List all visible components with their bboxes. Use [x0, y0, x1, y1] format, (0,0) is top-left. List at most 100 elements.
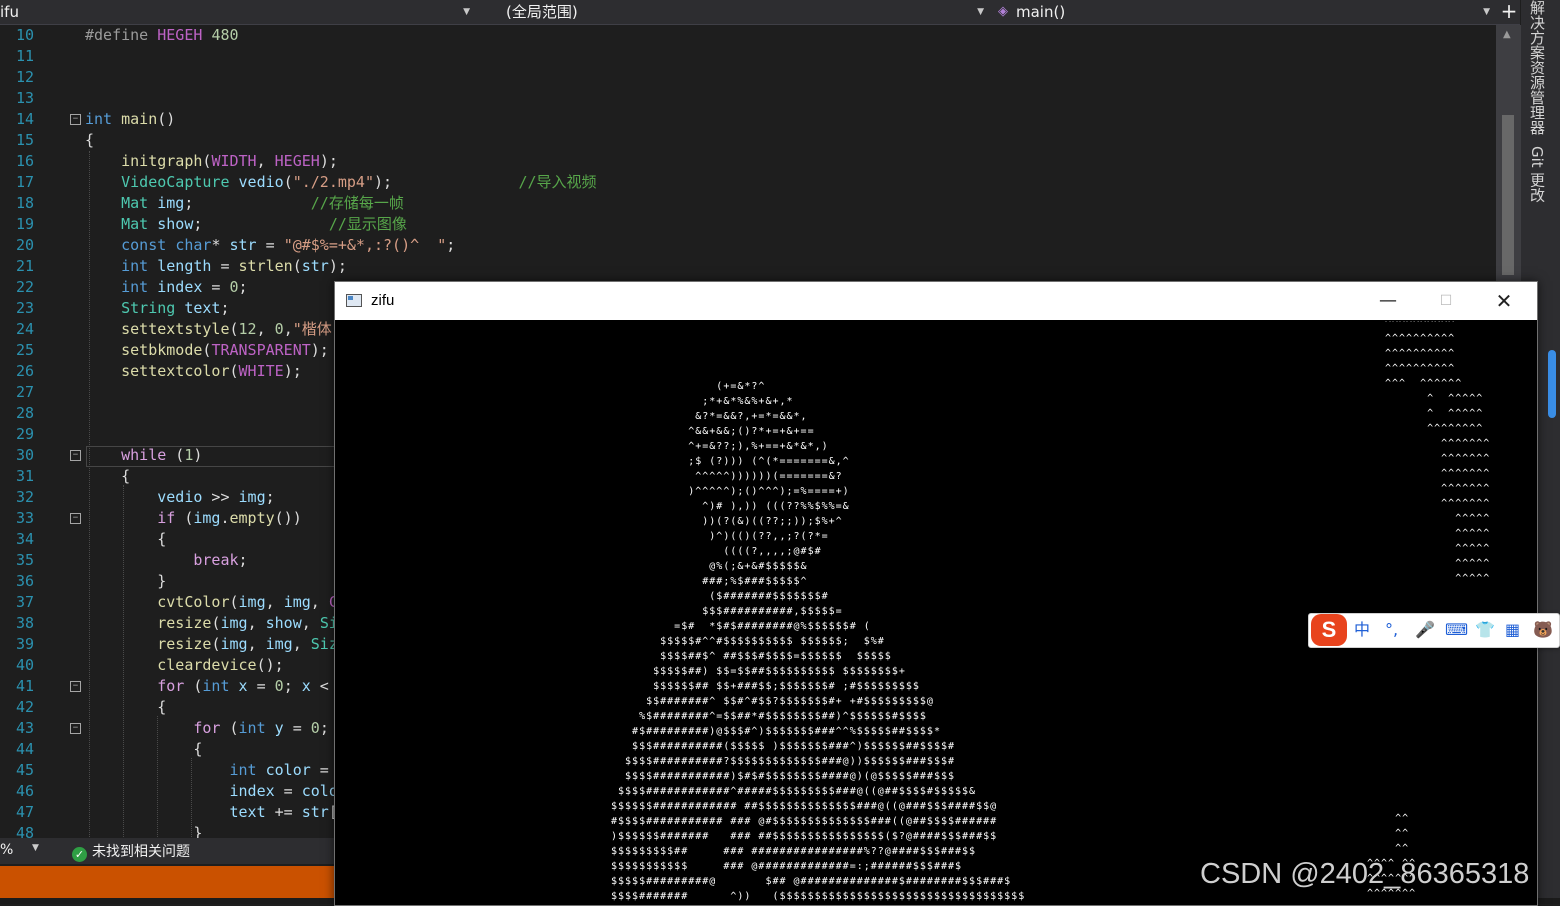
maximize-button[interactable]: ☐ — [1417, 282, 1475, 320]
solution-explorer-tab[interactable]: 解决方案资源管理器 — [1527, 0, 1548, 135]
ascii-figure: (+=&*?^ ;*+&*%&%+&+,* &?*=&&?,+=*=&&*, ^… — [611, 381, 1026, 902]
punctuation-toggle[interactable]: °, — [1385, 618, 1398, 642]
line-number: 22 — [15, 278, 34, 296]
line-number: 45 — [15, 761, 34, 779]
line-number: 32 — [15, 488, 34, 506]
code-line[interactable]: 12 — [0, 67, 1496, 88]
code-text: int length = strlen(str); — [121, 257, 347, 275]
issues-indicator[interactable]: ✓ 未找到相关问题 — [72, 841, 190, 862]
code-text: { — [85, 698, 167, 716]
code-line[interactable]: 11 — [0, 46, 1496, 67]
code-text: vedio >> img; — [157, 488, 275, 506]
line-number: 24 — [15, 320, 34, 338]
zifu-window: zifu — ☐ ✕ (+=&*?^ ;*+&*%&%+&+,* &?*=&&?… — [334, 281, 1538, 906]
chevron-down-icon: ▼ — [977, 7, 984, 17]
code-text: Mat show; //显示图像 — [121, 215, 407, 233]
code-line[interactable]: 20 const char* str = "@#$%=+&*,:?()^ "; — [0, 235, 1496, 256]
code-line[interactable]: 17 VideoCapture vedio("./2.mp4"); //导入视频 — [0, 172, 1496, 193]
line-number: 16 — [15, 152, 34, 170]
microphone-icon[interactable]: 🎤 — [1415, 618, 1435, 642]
line-number: 10 — [15, 26, 34, 44]
keyboard-icon[interactable]: ⌨ — [1445, 618, 1468, 642]
line-number: 39 — [15, 635, 34, 653]
line-number: 27 — [15, 383, 34, 401]
code-text: } — [85, 572, 167, 590]
line-number: 19 — [15, 215, 34, 233]
line-number: 40 — [15, 656, 34, 674]
code-text: } — [85, 824, 203, 838]
scrollbar-thumb[interactable] — [1502, 115, 1514, 275]
line-number: 12 — [15, 68, 34, 86]
code-text: cleardevice(); — [157, 656, 284, 674]
sogou-logo-icon[interactable]: S — [1311, 614, 1347, 646]
ime-toolbar: S 中 °, 🎤 ⌨ 👕 ▦ 🐻 — [1308, 613, 1560, 648]
code-text: int index = 0; — [121, 278, 248, 296]
code-line[interactable]: 14 − int main() — [0, 109, 1496, 130]
line-number: 41 — [15, 677, 34, 695]
line-number: 29 — [15, 425, 34, 443]
line-number: 37 — [15, 593, 34, 611]
mascot-icon[interactable]: 🐻 — [1533, 618, 1553, 642]
code-line[interactable]: 19 Mat show; //显示图像 — [0, 214, 1496, 235]
file-scope-dropdown[interactable]: ifu ▼ — [0, 1, 476, 23]
global-scope-dropdown[interactable]: (全局范围) ▼ — [480, 1, 990, 23]
line-number: 44 — [15, 740, 34, 758]
member-dropdown[interactable]: ◈ main() ▼ — [992, 1, 1496, 23]
code-text: int main() — [85, 110, 176, 128]
method-cube-icon: ◈ — [998, 4, 1008, 19]
collapse-minus-icon[interactable]: − — [70, 114, 81, 125]
window-title-bar[interactable]: zifu — ☐ ✕ — [335, 282, 1537, 320]
code-line[interactable]: 15 { — [0, 130, 1496, 151]
navigation-bar: ifu ▼ (全局范围) ▼ ◈ main() ▼ + — [0, 0, 1520, 25]
code-text: while (1) — [121, 446, 203, 464]
code-line[interactable]: 13 — [0, 88, 1496, 109]
ascii-right-column: ^^^^^^^^^^ ^^^^^^^^^^ ^^^^^^^^^^ ^^^^^^^… — [1385, 321, 1491, 584]
toolbox-grid-icon[interactable]: ▦ — [1505, 618, 1520, 642]
close-button[interactable]: ✕ — [1475, 282, 1533, 320]
line-number: 20 — [15, 236, 34, 254]
collapse-minus-icon[interactable]: − — [70, 681, 81, 692]
line-number: 14 — [15, 110, 34, 128]
line-number: 13 — [15, 89, 34, 107]
code-line[interactable]: 21 int length = strlen(str); — [0, 256, 1496, 277]
code-text: String text; — [121, 299, 230, 317]
plus-split-icon: + — [1500, 0, 1518, 23]
line-number: 33 — [15, 509, 34, 527]
code-text: { — [85, 740, 203, 758]
line-number: 35 — [15, 551, 34, 569]
code-line[interactable]: 18 Mat img; //存储每一帧 — [0, 193, 1496, 214]
code-text: Mat img; //存储每一帧 — [121, 194, 404, 212]
code-text: break; — [193, 551, 248, 569]
line-number: 47 — [15, 803, 34, 821]
line-number: 42 — [15, 698, 34, 716]
line-number: 25 — [15, 341, 34, 359]
chevron-down-icon[interactable]: ▼ — [32, 843, 39, 853]
code-line[interactable]: 10 #define HEGEH 480 — [0, 25, 1496, 46]
line-number: 11 — [15, 47, 34, 65]
code-text: { — [85, 131, 95, 149]
line-number: 26 — [15, 362, 34, 380]
code-text: const char* str = "@#$%=+&*,:?()^ "; — [121, 236, 456, 254]
collapse-minus-icon[interactable]: − — [70, 723, 81, 734]
collapse-minus-icon[interactable]: − — [70, 513, 81, 524]
chinese-mode-toggle[interactable]: 中 — [1354, 618, 1370, 642]
zoom-level[interactable]: % — [0, 842, 13, 858]
code-line[interactable]: 16 initgraph(WIDTH, HEGEH); — [0, 151, 1496, 172]
line-number: 46 — [15, 782, 34, 800]
chevron-down-icon: ▼ — [1483, 7, 1490, 17]
line-number: 30 — [15, 446, 34, 464]
line-number: 18 — [15, 194, 34, 212]
skin-icon[interactable]: 👕 — [1475, 618, 1495, 642]
collapse-minus-icon[interactable]: − — [70, 450, 81, 461]
scroll-up-icon[interactable]: ▲ — [1503, 29, 1511, 40]
scroll-handle[interactable] — [1548, 350, 1556, 418]
line-number: 15 — [15, 131, 34, 149]
git-changes-tab[interactable]: Git 更改 — [1527, 146, 1548, 202]
csdn-watermark: CSDN @2402_86365318 — [1200, 858, 1530, 890]
member-label: main() — [1016, 3, 1066, 21]
minimize-button[interactable]: — — [1359, 282, 1417, 320]
check-circle-icon: ✓ — [72, 847, 87, 862]
code-text: setbkmode(TRANSPARENT); — [121, 341, 329, 359]
split-editor-button[interactable]: + — [1498, 0, 1520, 24]
global-scope-label: (全局范围) — [506, 3, 578, 21]
